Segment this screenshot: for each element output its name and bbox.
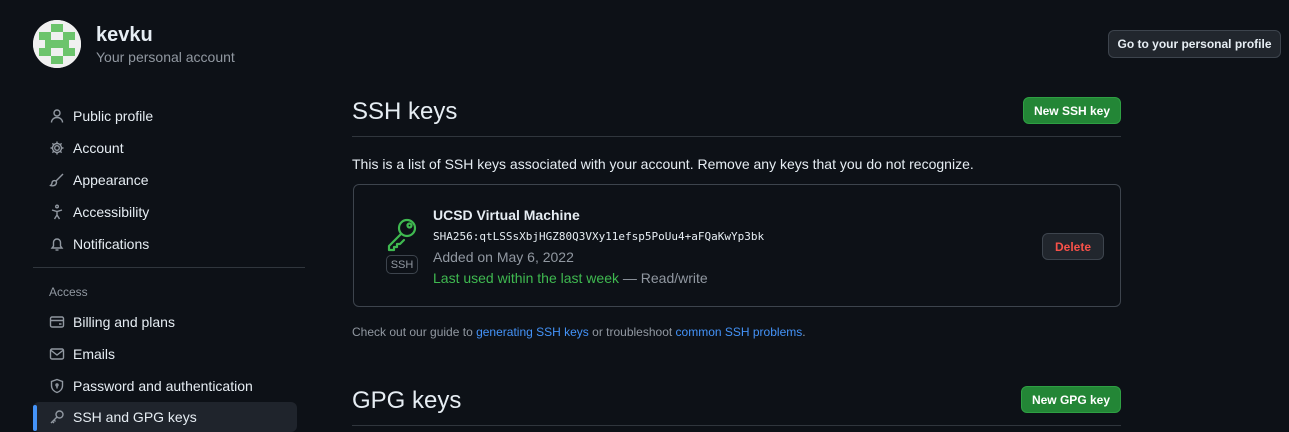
ssh-guide-text: Check out our guide to generating SSH ke… [352,325,806,339]
sidebar-item-appearance[interactable]: Appearance [33,165,297,195]
sidebar-item-label: Accessibility [73,204,150,220]
guide-prefix: Check out our guide to [352,325,477,339]
paintbrush-icon [49,172,65,188]
new-gpg-key-button[interactable]: New GPG key [1021,386,1121,413]
bell-icon [49,236,65,252]
sidebar-item-emails[interactable]: Emails [33,339,297,369]
ssh-key-name: UCSD Virtual Machine [433,207,580,223]
last-used-status: Last used within the last week [433,270,619,286]
sidebar-item-public-profile[interactable]: Public profile [33,101,297,131]
sidebar-item-label: Password and authentication [73,378,253,394]
sidebar-item-label: Public profile [73,108,154,124]
account-username[interactable]: kevku [96,24,153,47]
common-ssh-problems-link[interactable]: common SSH problems [676,325,803,339]
guide-suffix: . [802,325,806,339]
person-icon [49,108,65,124]
access-level: — Read/write [619,270,708,286]
sidebar-item-label: SSH and GPG keys [73,409,197,425]
gear-icon [49,140,65,156]
ssh-key-fingerprint: SHA256:qtLSSsXbjHGZ80Q3VXy11efsp5PoUu4+a… [433,230,765,243]
sidebar-item-billing[interactable]: Billing and plans [33,307,297,337]
active-indicator [33,405,37,431]
go-to-profile-button[interactable]: Go to your personal profile [1108,30,1281,58]
account-subtitle: Your personal account [96,49,235,65]
new-ssh-key-button[interactable]: New SSH key [1023,97,1121,124]
sidebar-item-label: Notifications [73,236,150,252]
sidebar-item-notifications[interactable]: Notifications [33,229,297,259]
ssh-key-added-date: Added on May 6, 2022 [433,249,574,265]
sidebar-item-label: Emails [73,346,116,362]
ssh-keys-title: SSH keys [352,98,458,125]
sidebar-item-ssh-gpg-keys[interactable]: SSH and GPG keys [33,402,297,432]
ssh-badge: SSH [386,255,418,274]
delete-ssh-key-button[interactable]: Delete [1042,233,1104,260]
shield-lock-icon [49,378,65,394]
key-icon [49,409,65,425]
sidebar-heading-access: Access [49,285,88,299]
sidebar-item-label: Account [73,140,124,156]
avatar[interactable] [33,20,81,68]
accessibility-icon [49,204,65,220]
ssh-description: This is a list of SSH keys associated wi… [352,156,974,172]
ssh-key-last-used: Last used within the last week — Read/wr… [433,270,708,286]
sidebar-item-label: Appearance [73,172,149,188]
gpg-section-divider [352,425,1121,426]
guide-middle: or troubleshoot [588,325,676,339]
gpg-keys-title: GPG keys [352,387,462,414]
sidebar-item-label: Billing and plans [73,314,175,330]
credit-card-icon [49,314,65,330]
sidebar-divider [33,267,305,268]
ssh-section-divider [352,136,1121,137]
ssh-key-item [353,184,1121,307]
sidebar-item-password-authentication[interactable]: Password and authentication [33,371,297,401]
sidebar-item-accessibility[interactable]: Accessibility [33,197,297,227]
generating-ssh-keys-link[interactable]: generating SSH keys [476,325,589,339]
sidebar-item-account[interactable]: Account [33,133,297,163]
key-icon [386,216,420,252]
mail-icon [49,346,65,362]
